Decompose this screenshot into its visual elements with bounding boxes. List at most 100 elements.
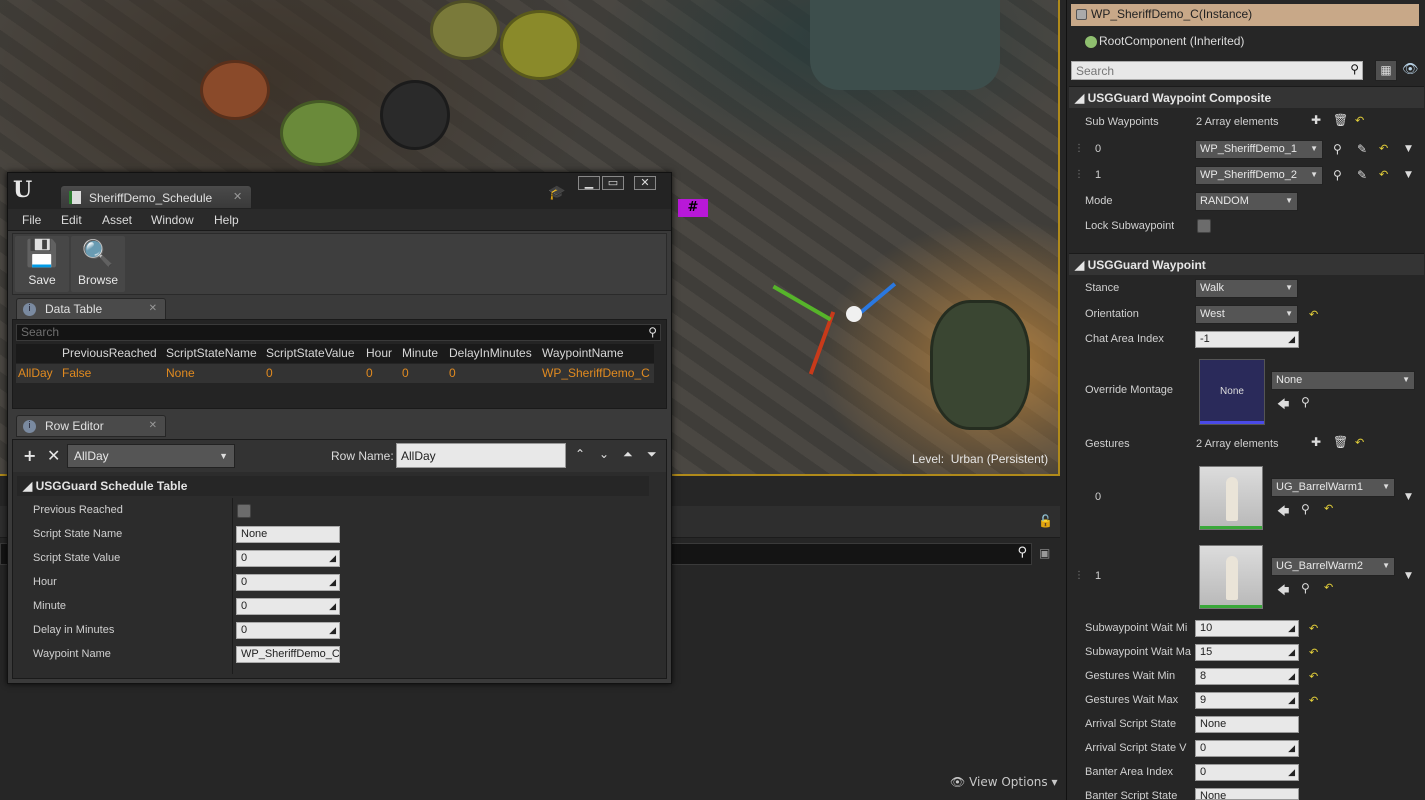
title-bar[interactable]: U SheriffDemo_Schedule ✕ 🎓 ▁ ▭ ✕: [8, 173, 671, 209]
reset-icon[interactable]: ↶: [1309, 308, 1318, 321]
banter-area-index-field[interactable]: 0 ◢: [1195, 764, 1299, 781]
waypoint-category[interactable]: ◢ USGGuard Waypoint: [1069, 253, 1424, 275]
root-component-row[interactable]: RootComponent (Inherited): [1071, 30, 1419, 52]
move-bottom-icon[interactable]: ⏷: [647, 447, 657, 462]
column-header[interactable]: DelayInMinutes: [449, 344, 532, 363]
use-selected-icon[interactable]: 🡄: [1277, 395, 1289, 416]
move-down-icon[interactable]: ⌄: [599, 447, 609, 461]
minimize-button[interactable]: ▁: [578, 176, 600, 190]
column-header[interactable]: Hour: [366, 344, 392, 363]
composite-category[interactable]: ◢ USGGuard Waypoint Composite: [1069, 86, 1424, 108]
reset-icon[interactable]: ↶: [1379, 142, 1388, 155]
hour-field[interactable]: 0 ◢: [236, 574, 340, 591]
search-icon[interactable]: ⚲: [1017, 545, 1027, 560]
drag-handle-icon[interactable]: ⋮: [1074, 570, 1084, 581]
data-table-search-input[interactable]: Search ⚲: [16, 324, 661, 341]
reset-icon[interactable]: ↶: [1309, 646, 1318, 659]
instance-row[interactable]: WP_SheriffDemo_C(Instance): [1071, 4, 1419, 26]
reset-icon[interactable]: ↶: [1324, 581, 1333, 594]
row-name-input[interactable]: AllDay: [396, 443, 566, 468]
lock-subwaypoint-checkbox[interactable]: [1197, 219, 1211, 233]
menu-asset[interactable]: Asset: [102, 213, 132, 227]
gesture-1-thumbnail[interactable]: [1199, 545, 1263, 609]
table-cell[interactable]: None: [166, 364, 195, 383]
subwaypoint-wait-min-field[interactable]: 10 ◢: [1195, 620, 1299, 637]
chevron-down-icon[interactable]: ▼: [1405, 571, 1412, 581]
move-up-icon[interactable]: ⌃: [575, 447, 585, 461]
chat-area-index-field[interactable]: -1 ◢: [1195, 331, 1299, 348]
gizmo-y-axis[interactable]: [772, 284, 832, 322]
graduation-cap-icon[interactable]: 🎓: [548, 185, 565, 201]
spinner-icon[interactable]: ◢: [1288, 334, 1295, 345]
close-icon[interactable]: ✕: [233, 190, 242, 203]
spinner-icon[interactable]: ◢: [1288, 767, 1295, 778]
close-icon[interactable]: ✕: [149, 420, 157, 431]
gizmo-center[interactable]: [846, 306, 862, 322]
gestures-wait-max-field[interactable]: 9 ◢: [1195, 692, 1299, 709]
window-close-button[interactable]: ✕: [634, 176, 656, 190]
previous-reached-checkbox[interactable]: [237, 504, 251, 518]
chevron-down-icon[interactable]: ▼: [1405, 492, 1412, 502]
property-matrix-button[interactable]: ▦: [1375, 60, 1397, 81]
details-search-input[interactable]: Search ⚲: [1071, 61, 1363, 80]
use-selected-icon[interactable]: 🡄: [1277, 581, 1289, 602]
table-cell[interactable]: 0: [266, 364, 273, 383]
spinner-icon[interactable]: ◢: [1288, 671, 1295, 682]
table-cell[interactable]: 0: [402, 364, 409, 383]
table-cell[interactable]: False: [62, 364, 91, 383]
drag-handle-icon[interactable]: ⋮: [1074, 169, 1084, 180]
spinner-icon[interactable]: ◢: [1288, 743, 1295, 754]
gizmo-x-axis[interactable]: [808, 311, 836, 375]
column-header[interactable]: ScriptStateName: [166, 344, 257, 363]
mode-dropdown[interactable]: RANDOM ▼: [1195, 192, 1298, 211]
schedule-table-section[interactable]: ◢ USGGuard Schedule Table: [17, 476, 649, 496]
add-element-icon[interactable]: ✚: [1311, 435, 1321, 449]
reset-icon[interactable]: ↶: [1355, 114, 1364, 127]
browse-button[interactable]: 🔍 Browse: [71, 236, 125, 292]
search-icon[interactable]: ⚲: [1333, 168, 1342, 182]
gesture-0-thumbnail[interactable]: [1199, 466, 1263, 530]
gesture-0-dropdown[interactable]: UG_BarrelWarm1 ▼: [1271, 478, 1395, 497]
spinner-icon[interactable]: ◢: [1288, 647, 1295, 658]
eye-icon[interactable]: 👁: [1402, 62, 1419, 77]
browse-icon[interactable]: ⚲: [1301, 581, 1310, 595]
gestures-wait-min-field[interactable]: 8 ◢: [1195, 668, 1299, 685]
lock-icon[interactable]: 🔓: [1038, 514, 1053, 528]
chevron-down-icon[interactable]: ▼: [1405, 144, 1412, 154]
translate-gizmo[interactable]: [772, 260, 910, 390]
table-cell[interactable]: WP_SheriffDemo_C: [542, 364, 650, 383]
move-top-icon[interactable]: ⏶: [623, 447, 633, 462]
gesture-1-dropdown[interactable]: UG_BarrelWarm2 ▼: [1271, 557, 1395, 576]
browse-icon[interactable]: ⚲: [1301, 395, 1310, 409]
script-state-value-field[interactable]: 0 ◢: [236, 550, 340, 567]
table-cell[interactable]: 0: [366, 364, 373, 383]
sub-waypoint-1-dropdown[interactable]: WP_SheriffDemo_2 ▼: [1195, 166, 1323, 185]
document-tab[interactable]: SheriffDemo_Schedule ✕: [60, 185, 252, 209]
stance-dropdown[interactable]: Walk ▼: [1195, 279, 1298, 298]
montage-thumbnail[interactable]: None: [1199, 359, 1265, 425]
arrival-script-state-value-field[interactable]: 0 ◢: [1195, 740, 1299, 757]
subwaypoint-wait-max-field[interactable]: 15 ◢: [1195, 644, 1299, 661]
tab-row-editor[interactable]: i Row Editor ✕: [16, 415, 166, 437]
orientation-dropdown[interactable]: West ▼: [1195, 305, 1298, 324]
reset-icon[interactable]: ↶: [1324, 502, 1333, 515]
spinner-icon[interactable]: ◢: [329, 553, 336, 564]
search-icon[interactable]: ⚲: [648, 325, 657, 340]
column-divider[interactable]: [232, 498, 233, 674]
search-icon[interactable]: ⚲: [1333, 142, 1342, 156]
column-header[interactable]: PreviousReached: [62, 344, 157, 363]
trash-icon[interactable]: 🗑: [1333, 113, 1348, 127]
save-search-icon[interactable]: ▣: [1039, 546, 1050, 560]
banter-script-state-field[interactable]: None: [1195, 788, 1299, 800]
column-header[interactable]: Minute: [402, 344, 438, 363]
row-select-dropdown[interactable]: AllDay ▼: [67, 444, 235, 468]
gizmo-z-axis[interactable]: [859, 282, 897, 314]
close-icon[interactable]: ✕: [149, 303, 157, 314]
reset-icon[interactable]: ↶: [1355, 436, 1364, 449]
chevron-down-icon[interactable]: ▼: [1405, 170, 1412, 180]
arrival-script-state-field[interactable]: None: [1195, 716, 1299, 733]
table-cell[interactable]: 0: [449, 364, 456, 383]
add-element-icon[interactable]: ✚: [1311, 113, 1321, 127]
delay-minutes-field[interactable]: 0 ◢: [236, 622, 340, 639]
use-selected-icon[interactable]: 🡄: [1277, 502, 1289, 523]
